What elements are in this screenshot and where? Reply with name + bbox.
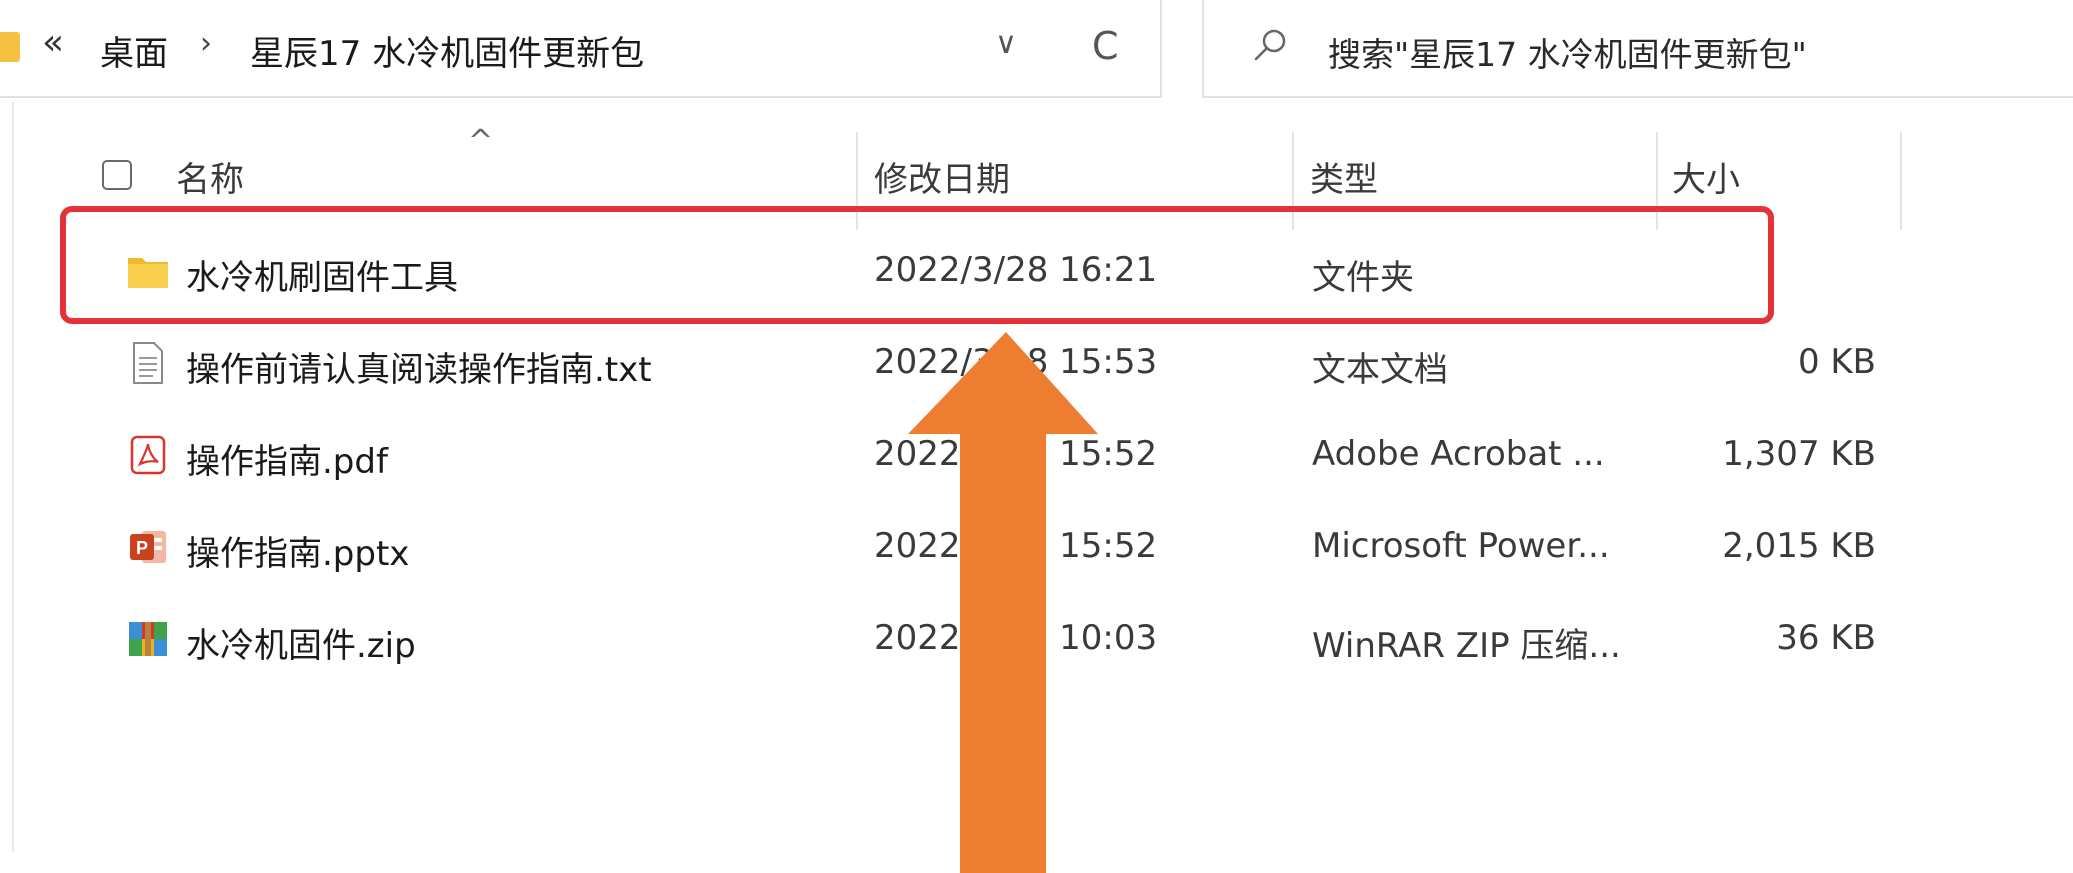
- file-size: 2,015 KB: [1722, 526, 1876, 566]
- file-row[interactable]: 水冷机固件.zip 2022/3/25 10:03 WinRAR ZIP 压缩.…: [0, 594, 1900, 684]
- chevron-down-icon[interactable]: ∨: [995, 26, 1017, 61]
- file-size: 36 KB: [1776, 618, 1876, 658]
- file-name: 水冷机固件.zip: [186, 626, 416, 666]
- overflow-chevron-icon[interactable]: «: [42, 22, 64, 63]
- folder-icon: [0, 32, 20, 62]
- column-name-header[interactable]: 名称: [176, 152, 244, 201]
- file-row[interactable]: 操作前请认真阅读操作指南.txt 2022/3/28 15:53 文本文档 0 …: [0, 318, 1900, 408]
- file-size: 0 KB: [1797, 342, 1876, 382]
- file-date: 2022/3/28 15:52: [874, 434, 1158, 474]
- file-date: 2022/3/25 10:03: [874, 618, 1158, 658]
- svg-text:P: P: [136, 538, 148, 558]
- file-name: 操作指南.pptx: [186, 534, 410, 574]
- column-type-header[interactable]: 类型: [1310, 152, 1378, 201]
- pdf-icon: [130, 435, 166, 475]
- column-header-row: ^ 名称 修改日期 类型 大小: [0, 102, 1902, 230]
- top-bar: « 桌面 › 星辰17 水冷机固件更新包 ∨ C 搜索"星辰17 水冷机固件更新…: [0, 0, 2073, 102]
- file-name: 操作指南.pdf: [186, 442, 388, 482]
- breadcrumb-current-folder[interactable]: 星辰17 水冷机固件更新包: [250, 26, 644, 75]
- search-icon: [1254, 29, 1286, 61]
- breadcrumb-separator[interactable]: ›: [200, 26, 212, 61]
- file-row[interactable]: 操作指南.pdf 2022/3/28 15:52 Adobe Acrobat .…: [0, 410, 1900, 500]
- text-file-icon: [133, 342, 163, 384]
- file-type: Adobe Acrobat ...: [1312, 434, 1605, 474]
- search-placeholder: 搜索"星辰17 水冷机固件更新包": [1328, 35, 1807, 74]
- breadcrumb-desktop[interactable]: 桌面: [100, 26, 168, 75]
- file-type: WinRAR ZIP 压缩...: [1312, 626, 1621, 666]
- pptx-icon: P: [130, 531, 166, 563]
- file-row[interactable]: P 操作指南.pptx 2022/3/28 15:52 Microsoft Po…: [0, 502, 1900, 592]
- column-size-header[interactable]: 大小: [1672, 152, 1740, 201]
- search-box[interactable]: 搜索"星辰17 水冷机固件更新包": [1202, 0, 2073, 98]
- file-name: 操作前请认真阅读操作指南.txt: [186, 350, 652, 390]
- winrar-icon: [129, 622, 167, 656]
- file-type: 文本文档: [1312, 350, 1448, 390]
- sort-ascending-icon: ^: [468, 124, 494, 159]
- column-divider[interactable]: [1900, 132, 1902, 230]
- column-date-header[interactable]: 修改日期: [874, 152, 1010, 201]
- refresh-icon[interactable]: C: [1092, 24, 1119, 68]
- select-all-checkbox[interactable]: [102, 160, 132, 190]
- file-type: Microsoft Power...: [1312, 526, 1610, 566]
- file-date: 2022/3/28 15:52: [874, 526, 1158, 566]
- address-bar[interactable]: « 桌面 › 星辰17 水冷机固件更新包 ∨ C: [0, 0, 1162, 98]
- highlight-box: [60, 206, 1774, 324]
- file-size: 1,307 KB: [1722, 434, 1876, 474]
- file-date: 2022/3/28 15:53: [874, 342, 1158, 382]
